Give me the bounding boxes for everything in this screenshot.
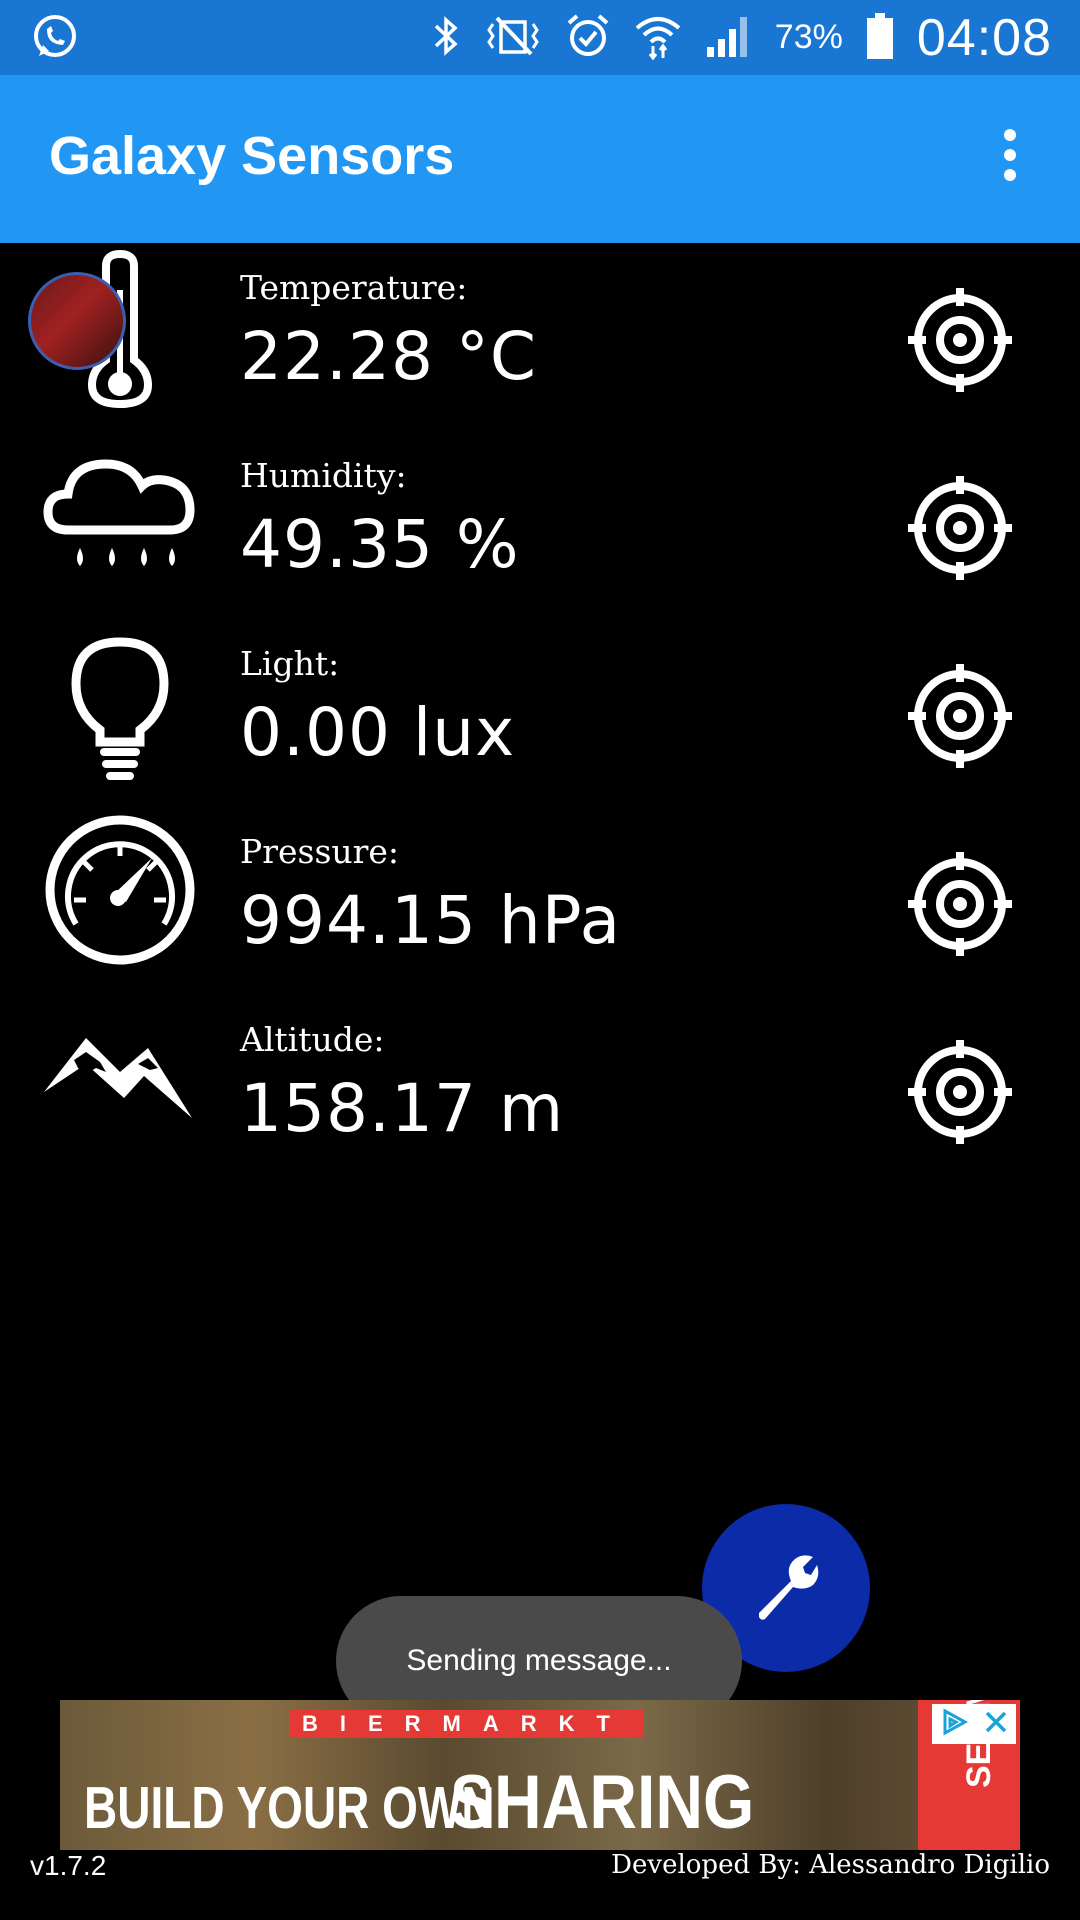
battery-percent: 73% bbox=[774, 18, 843, 56]
sensor-label: Light: bbox=[240, 644, 340, 683]
whatsapp-icon bbox=[30, 12, 80, 66]
rain-cloud-icon bbox=[40, 438, 200, 598]
app-title: Galaxy Sensors bbox=[49, 126, 455, 186]
sensor-value: 0.00 lux bbox=[240, 694, 516, 771]
sensor-label: Temperature: bbox=[240, 268, 468, 307]
signal-icon bbox=[705, 13, 753, 63]
ad-brand: BIERMARKT bbox=[290, 1710, 644, 1738]
ad-headline-small: BUILD YOUR OWN bbox=[84, 1773, 495, 1841]
battery-icon bbox=[865, 11, 895, 65]
overflow-menu-icon[interactable] bbox=[990, 129, 1030, 189]
ad-choices[interactable] bbox=[932, 1704, 1016, 1744]
adchoices-icon[interactable] bbox=[939, 1707, 969, 1741]
mountain-icon bbox=[40, 1002, 200, 1162]
target-icon[interactable] bbox=[908, 288, 1012, 392]
floating-bubble[interactable] bbox=[28, 272, 126, 370]
vibrate-icon bbox=[483, 14, 543, 62]
sensor-row-temperature: Temperature: 22.28 °C bbox=[0, 249, 1080, 438]
developer-credit: Developed By: Alessandro Digilio bbox=[611, 1850, 1050, 1880]
target-icon[interactable] bbox=[908, 476, 1012, 580]
clock: 04:08 bbox=[916, 8, 1052, 67]
sensor-row-pressure: Pressure: 994.15 hPa bbox=[0, 814, 1080, 1002]
sensor-label: Humidity: bbox=[240, 456, 407, 495]
ad-banner[interactable]: BIERMARKT BUILD YOUR OWN SHARING BOARDS … bbox=[60, 1700, 1020, 1850]
sensor-label: Altitude: bbox=[240, 1020, 385, 1059]
target-icon[interactable] bbox=[908, 852, 1012, 956]
wrench-icon bbox=[751, 1551, 821, 1625]
status-bar: 73% 04:08 bbox=[0, 0, 1080, 75]
sensor-value: 22.28 °C bbox=[240, 318, 538, 395]
app-version: v1.7.2 bbox=[30, 1850, 107, 1881]
wifi-icon bbox=[633, 12, 683, 64]
target-icon[interactable] bbox=[908, 1040, 1012, 1144]
close-icon[interactable] bbox=[983, 1709, 1009, 1739]
sensor-value: 158.17 m bbox=[240, 1070, 565, 1147]
app-bar: Galaxy Sensors bbox=[0, 75, 1080, 243]
sensor-row-light: Light: 0.00 lux bbox=[0, 626, 1080, 814]
sensor-value: 994.15 hPa bbox=[240, 882, 622, 959]
gauge-icon bbox=[40, 814, 200, 974]
sensor-value: 49.35 % bbox=[240, 506, 520, 583]
bluetooth-icon bbox=[431, 14, 461, 62]
lightbulb-icon bbox=[40, 626, 200, 786]
target-icon[interactable] bbox=[908, 664, 1012, 768]
sensor-row-altitude: Altitude: 158.17 m bbox=[0, 1002, 1080, 1190]
sensor-row-humidity: Humidity: 49.35 % bbox=[0, 438, 1080, 626]
sensor-label: Pressure: bbox=[240, 832, 400, 871]
alarm-icon bbox=[565, 13, 611, 63]
